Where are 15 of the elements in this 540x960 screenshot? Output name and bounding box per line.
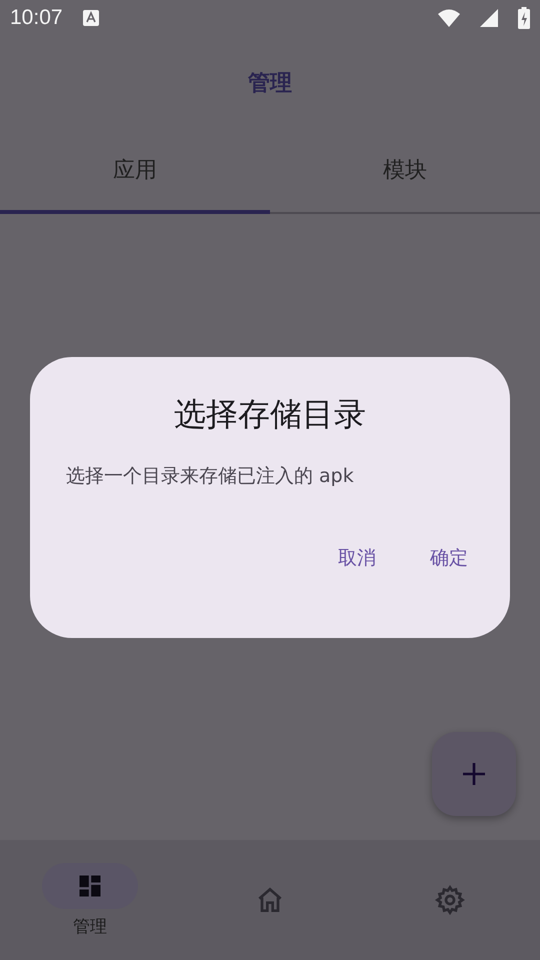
- wifi-icon: [438, 9, 460, 27]
- app-title: 管理: [248, 70, 292, 98]
- dialog-button[interactable]: 确定: [410, 537, 488, 579]
- dialog-message: 选择一个目录来存储已注入的 apk: [66, 464, 355, 489]
- keyboard-indicator-icon: [82, 10, 99, 26]
- tab[interactable]: 应用: [0, 130, 270, 214]
- plus-icon: [462, 762, 486, 786]
- dialog-button[interactable]: 取消: [318, 537, 396, 579]
- status-time: 10:07: [10, 6, 63, 30]
- battery-icon: [518, 7, 530, 29]
- signal-icon: [480, 9, 498, 27]
- tab[interactable]: 模块: [270, 130, 540, 214]
- add-button[interactable]: [432, 732, 516, 816]
- nav-label: 管理: [73, 916, 107, 938]
- dialog-title: 选择存储目录: [173, 394, 367, 435]
